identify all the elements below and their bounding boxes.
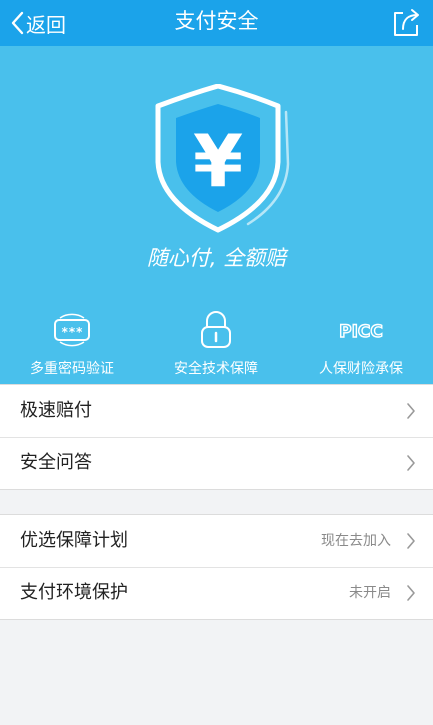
chevron-right-icon [407,455,415,471]
feature-password: *** 多重密码验证 [0,308,144,378]
svg-text:***: *** [61,325,83,339]
lock-icon [201,311,231,348]
share-icon[interactable] [389,5,423,39]
hero-banner: ¥ 随心付, 全额赔 *** 多重密码验证 安全技术保障 PICC 人保财险承保 [0,46,433,384]
chevron-right-icon [407,585,415,601]
list-item-environment-protection[interactable]: 支付环境保护 未开启 [0,567,433,619]
shield-yuan-icon: ¥ [155,84,290,233]
list-item-label: 极速赔付 [20,400,92,421]
feature-label: 多重密码验证 [30,361,114,377]
list-group-claims: 极速赔付 安全问答 [0,384,433,490]
picc-logo: PICC [338,321,383,342]
nav-bar: 返回 支付安全 [0,0,433,46]
list-item-value: 现在去加入 [321,533,391,549]
svg-text:PICC: PICC [339,322,383,342]
feature-label: 人保财险承保 [319,361,403,377]
page-title: 支付安全 [174,9,259,33]
feature-picc: PICC 人保财险承保 [289,308,433,378]
list-item-label: 支付环境保护 [20,582,128,603]
list-item-label: 优选保障计划 [20,530,128,551]
slogan: 随心付, 全额赔 [146,246,287,270]
list-item-security-faq[interactable]: 安全问答 [0,437,433,489]
chevron-right-icon [407,403,415,419]
feature-label: 安全技术保障 [174,361,258,377]
list-item-label: 安全问答 [20,452,92,473]
chevron-right-icon [407,533,415,549]
list-group-protection: 优选保障计划 现在去加入 支付环境保护 未开启 [0,514,433,620]
feature-security-tech: 安全技术保障 [144,308,288,378]
shield-symbol: ¥ [193,119,243,203]
list-item-protection-plan[interactable]: 优选保障计划 现在去加入 [0,515,433,567]
list-item-value: 未开启 [349,585,391,601]
list-item-fast-payout[interactable]: 极速赔付 [0,385,433,437]
password-keypad-icon: *** [54,313,90,347]
